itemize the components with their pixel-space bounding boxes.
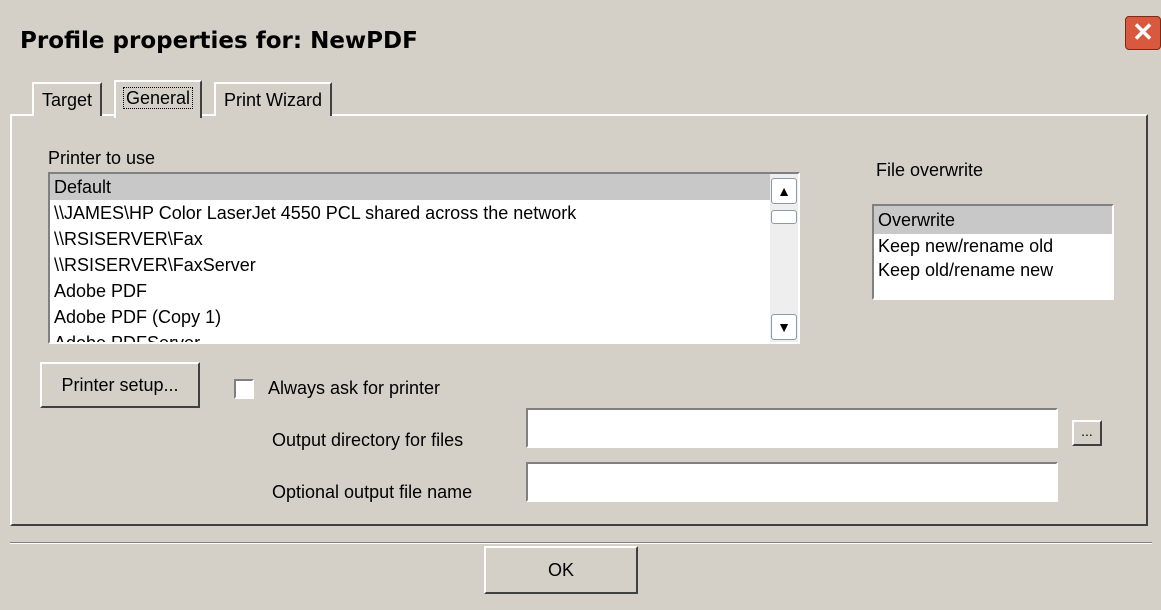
printer-item[interactable]: \\RSISERVER\Fax: [50, 226, 798, 252]
tab-print-wizard[interactable]: Print Wizard: [214, 82, 333, 116]
printer-item-default[interactable]: Default: [50, 174, 770, 200]
browse-button[interactable]: ...: [1072, 420, 1102, 446]
scroll-down-button[interactable]: ▼: [771, 314, 797, 340]
printer-item[interactable]: \\RSISERVER\FaxServer: [50, 252, 798, 278]
output-dir-label: Output directory for files: [272, 430, 464, 450]
close-icon: ✕: [1132, 17, 1154, 47]
tab-general-label: General: [122, 87, 194, 109]
window-title: Profile properties for: NewPDF: [20, 28, 418, 54]
footer-divider: [10, 542, 1152, 544]
printer-label: Printer to use: [48, 148, 156, 168]
output-name-input[interactable]: [526, 462, 1058, 502]
overwrite-item-overwrite[interactable]: Overwrite: [874, 206, 1112, 234]
overwrite-list[interactable]: Overwrite Keep new/rename old Keep old/r…: [872, 204, 1114, 300]
file-overwrite-label: File overwrite: [876, 160, 984, 180]
printer-item[interactable]: \\JAMES\HP Color LaserJet 4550 PCL share…: [50, 200, 798, 226]
printer-item[interactable]: Adobe PDFServer: [50, 330, 798, 342]
tab-target[interactable]: Target: [32, 82, 103, 116]
tab-target-label: Target: [42, 90, 93, 110]
always-ask-checkbox[interactable]: [234, 379, 254, 399]
chevron-down-icon: ▼: [777, 319, 791, 335]
always-ask-label: Always ask for printer: [268, 378, 441, 398]
overwrite-item-keep-old[interactable]: Keep old/rename new: [874, 258, 1112, 282]
ok-button[interactable]: OK: [484, 546, 638, 594]
printer-item[interactable]: Adobe PDF: [50, 278, 798, 304]
printer-list-scrollbar[interactable]: ▲ ▼: [770, 174, 798, 342]
output-dir-input[interactable]: [526, 408, 1058, 448]
tab-general[interactable]: General: [114, 80, 203, 118]
overwrite-item-keep-new[interactable]: Keep new/rename old: [874, 234, 1112, 258]
close-button[interactable]: ✕: [1125, 16, 1161, 50]
scroll-thumb[interactable]: [771, 210, 797, 224]
scroll-up-button[interactable]: ▲: [771, 178, 797, 204]
chevron-up-icon: ▲: [777, 183, 791, 199]
printer-item[interactable]: Adobe PDF (Copy 1): [50, 304, 798, 330]
printer-list[interactable]: Default \\JAMES\HP Color LaserJet 4550 P…: [48, 172, 800, 344]
tab-print-wizard-label: Print Wizard: [224, 90, 323, 110]
output-name-label: Optional output file name: [272, 482, 473, 502]
printer-setup-button[interactable]: Printer setup...: [40, 362, 200, 408]
